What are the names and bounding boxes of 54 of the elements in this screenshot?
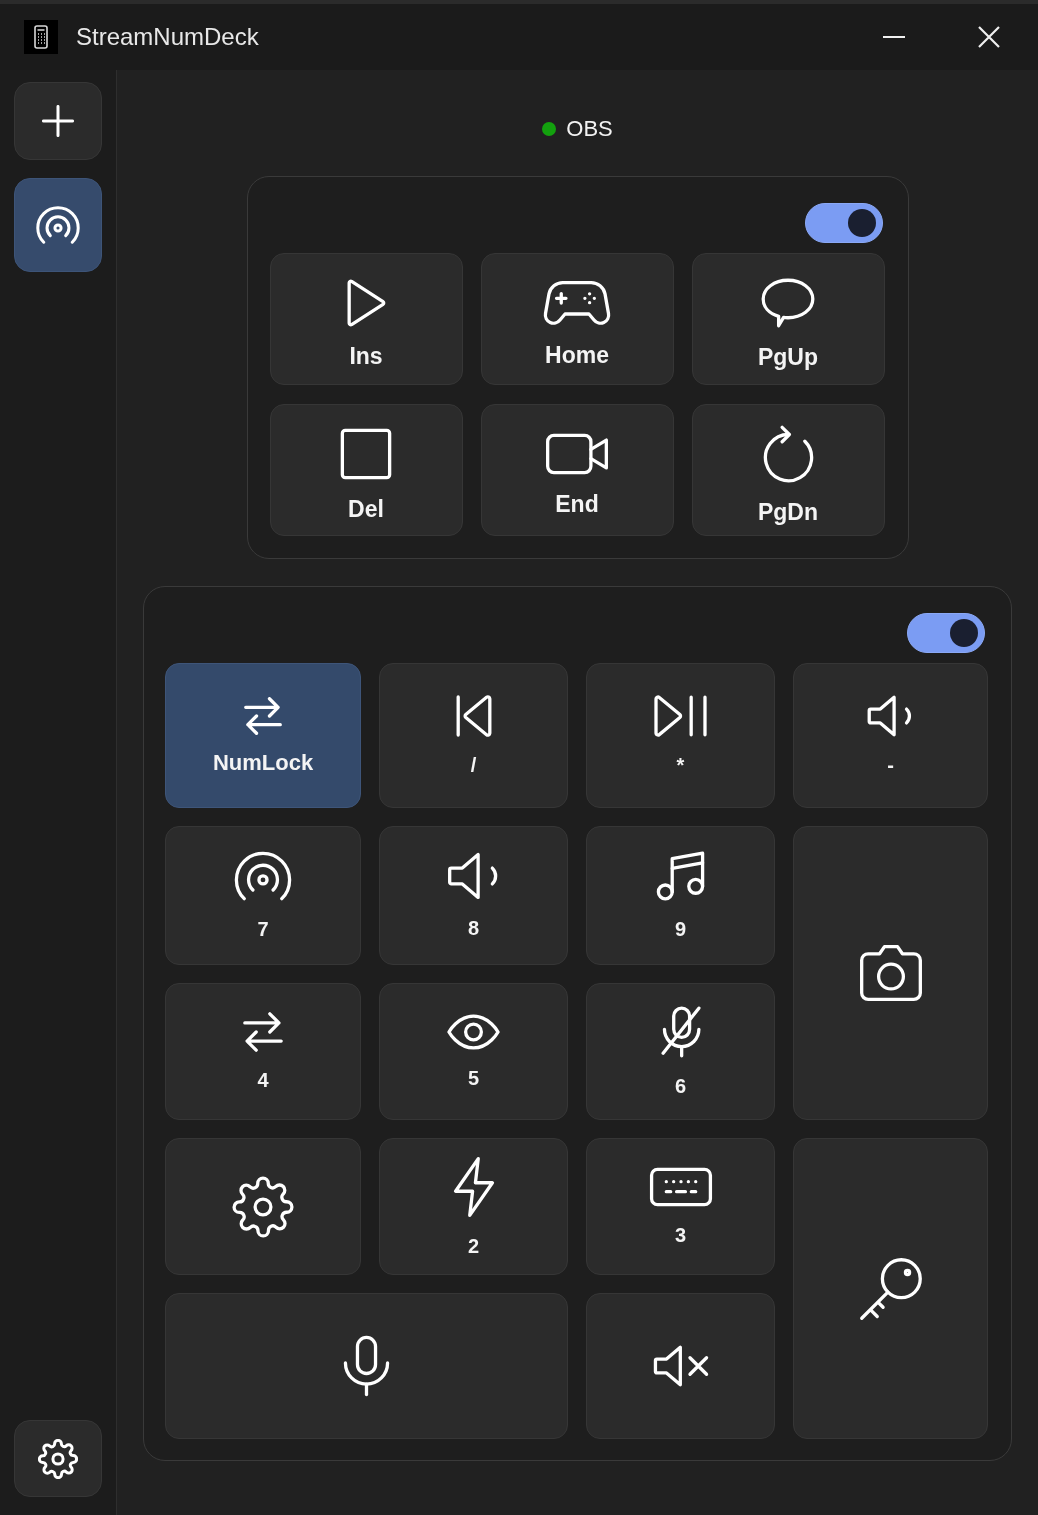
square-icon [340, 427, 392, 480]
microphone-icon [343, 1335, 390, 1397]
settings-icon [38, 1438, 78, 1479]
keypad-button[interactable]: End [480, 404, 674, 536]
video-camera-icon [545, 432, 609, 475]
settings-button[interactable] [14, 1420, 102, 1497]
app-icon [24, 20, 58, 54]
keypad-button[interactable]: 6 [586, 983, 775, 1120]
camera-icon [858, 944, 923, 1002]
keypad-button[interactable]: Home [480, 253, 674, 385]
add-button[interactable] [14, 82, 102, 160]
settings-icon [232, 1175, 294, 1238]
keypad-button[interactable]: * [586, 663, 775, 808]
keypad-button[interactable]: NumLock [165, 663, 361, 808]
broadcast-icon [36, 206, 80, 244]
keypad-button[interactable]: Ins [269, 253, 463, 385]
speaker-icon [867, 694, 914, 737]
key-icon [858, 1256, 923, 1321]
keypad-button[interactable]: / [379, 663, 568, 808]
close-icon [978, 26, 1000, 48]
swap-arrows-icon [244, 696, 282, 735]
microphone-off-icon [660, 1005, 701, 1058]
keypad-button[interactable]: 8 [379, 826, 568, 965]
keypad-button[interactable]: 4 [165, 983, 361, 1120]
keypad-button[interactable]: 2 [379, 1138, 568, 1275]
broadcast-icon [234, 850, 292, 901]
keypad-button[interactable]: 5 [379, 983, 568, 1120]
keypad-button[interactable]: 7 [165, 826, 361, 965]
speech-bubble-icon [761, 277, 815, 328]
toggle-switch[interactable] [804, 203, 883, 243]
toggle-switch[interactable] [907, 613, 985, 653]
keypad-button[interactable]: Del [269, 404, 463, 536]
gamepad-icon [543, 279, 611, 326]
music-note-icon [656, 850, 705, 901]
eye-icon [447, 1013, 500, 1050]
skip-back-icon [455, 694, 492, 737]
keypad-button[interactable]: PgUp [691, 253, 885, 385]
window-title: StreamNumDeck [76, 23, 259, 51]
play-pause-icon [654, 694, 707, 737]
keypad-button[interactable]: 3 [586, 1138, 775, 1275]
minimize-icon [883, 36, 905, 38]
keypad-button[interactable] [165, 1138, 361, 1275]
swap-arrows-icon [243, 1011, 283, 1052]
add-icon [42, 105, 74, 137]
lightning-icon [452, 1155, 495, 1218]
mute-icon [652, 1345, 709, 1387]
keypad-button[interactable]: PgDn [691, 404, 885, 536]
refresh-icon [762, 424, 814, 483]
connection-label: OBS [566, 116, 613, 142]
sidebar-page-item[interactable] [14, 178, 102, 272]
keypad-button[interactable]: - [793, 663, 988, 808]
keyboard-icon [648, 1166, 713, 1207]
keypad-button[interactable]: 9 [586, 826, 775, 965]
play-icon [346, 278, 386, 327]
